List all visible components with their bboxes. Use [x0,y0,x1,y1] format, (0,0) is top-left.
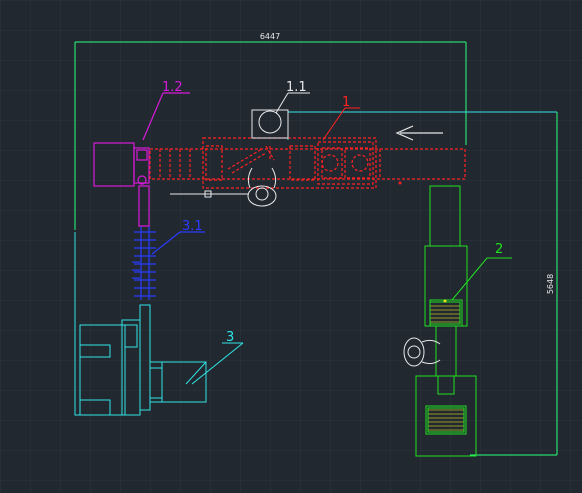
callout-1: 1 [342,95,350,110]
callout-1-2: 1.2 [162,80,183,95]
callout-1-1: 1.1 [286,80,307,95]
dimension-height-label: 5648 [546,274,555,294]
red-marker [398,181,402,185]
callout-2: 2 [495,242,503,257]
callout-3: 3 [226,330,234,345]
callout-3-1: 3.1 [182,219,203,234]
cad-viewport[interactable]: 6447 5648 3 3.1 1.2 1 1.1 2 [0,0,582,493]
machine-2-sensor [443,299,447,303]
dimension-width-label: 6447 [260,32,280,41]
